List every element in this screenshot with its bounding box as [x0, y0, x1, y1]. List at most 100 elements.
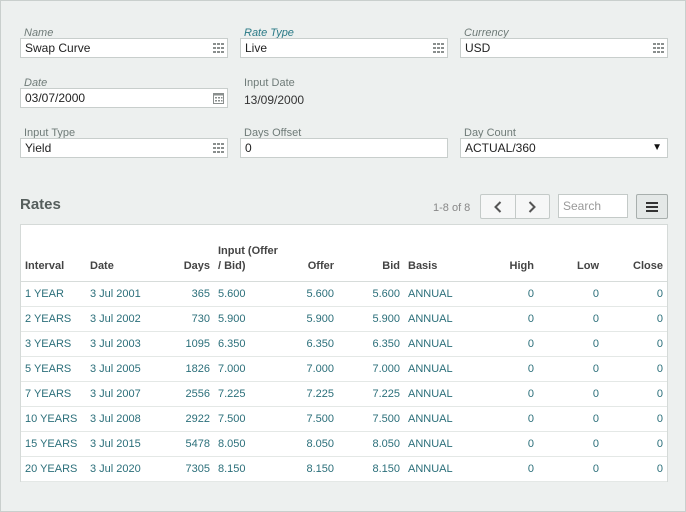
high-cell: 0	[472, 406, 538, 432]
days-cell: 2922	[152, 406, 214, 432]
high-cell: 0	[472, 356, 538, 382]
name-field[interactable]: Swap Curve	[20, 38, 228, 58]
offer-cell: 8.050	[283, 431, 338, 457]
lookup-grid-icon[interactable]	[433, 43, 444, 53]
table-row[interactable]: 2 YEARS 3 Jul 2002 730 5.900 5.900 5.900 ANNUA…	[21, 306, 667, 332]
offer-cell: 7.500	[283, 406, 338, 432]
date-field[interactable]: 03/07/2000	[20, 88, 228, 108]
close-cell: 0	[603, 381, 667, 407]
input-type-value: Yield	[25, 141, 52, 155]
column-header[interactable]: Date	[86, 225, 152, 282]
rates-table: Interval Date Days Input (Offer / Bid) O…	[21, 225, 667, 482]
bid-cell: 5.900	[338, 306, 404, 332]
low-cell: 0	[538, 381, 603, 407]
column-header[interactable]: Bid	[338, 225, 404, 282]
table-row[interactable]: 3 YEARS 3 Jul 2003 1095 6.350 6.350 6.350 ANNU…	[21, 331, 667, 357]
column-header[interactable]: Offer	[283, 225, 338, 282]
close-cell: 0	[603, 356, 667, 382]
bid-cell: 7.225	[338, 381, 404, 407]
days-cell: 730	[152, 306, 214, 332]
search-input[interactable]	[558, 194, 628, 218]
interval-cell: 20 YEARS	[21, 456, 86, 482]
interval-cell: 15 YEARS	[21, 431, 86, 457]
column-header[interactable]: High	[472, 225, 538, 282]
offer-cell: 8.150	[283, 456, 338, 482]
currency-value: USD	[465, 41, 491, 55]
currency-field-group: Currency USD	[460, 27, 668, 59]
interval-cell: 3 YEARS	[21, 331, 86, 357]
input-cell: 7.225	[214, 381, 283, 407]
table-row[interactable]: 20 YEARS 3 Jul 2020 7305 8.150 8.150 8.150 ANN…	[21, 456, 667, 482]
days-cell: 7305	[152, 456, 214, 482]
bid-cell: 7.000	[338, 356, 404, 382]
table-row[interactable]: 15 YEARS 3 Jul 2015 5478 8.050 8.050 8.050 ANN…	[21, 431, 667, 457]
table-row[interactable]: 7 YEARS 3 Jul 2007 2556 7.225 7.225 7.225 ANNU…	[21, 381, 667, 407]
close-cell: 0	[603, 456, 667, 482]
hamburger-menu-icon	[646, 201, 658, 212]
low-cell: 0	[538, 456, 603, 482]
days-offset-field[interactable]: 0	[240, 138, 448, 158]
basis-cell: ANNUAL	[404, 331, 472, 357]
close-cell: 0	[603, 406, 667, 432]
pager-buttons	[480, 194, 550, 219]
close-cell: 0	[603, 306, 667, 332]
calendar-icon[interactable]	[213, 92, 224, 104]
date-cell: 3 Jul 2002	[86, 306, 152, 332]
input-cell: 8.050	[214, 431, 283, 457]
column-header[interactable]: Interval	[21, 225, 86, 282]
column-header[interactable]: Days	[152, 225, 214, 282]
input-type-field-group: Input Type Yield	[20, 127, 228, 159]
column-header[interactable]: Basis	[404, 225, 472, 282]
basis-cell: ANNUAL	[404, 281, 472, 307]
high-cell: 0	[472, 331, 538, 357]
high-cell: 0	[472, 281, 538, 307]
lookup-grid-icon[interactable]	[653, 43, 664, 53]
date-field-group: Date 03/07/2000	[20, 77, 228, 109]
lookup-grid-icon[interactable]	[213, 43, 224, 53]
table-header-row: Interval Date Days Input (Offer / Bid) O…	[21, 225, 667, 282]
bid-cell: 5.600	[338, 281, 404, 307]
basis-cell: ANNUAL	[404, 456, 472, 482]
table-row[interactable]: 1 YEAR 3 Jul 2001 365 5.600 5.600 5.600 ANNUAL…	[21, 281, 667, 307]
table-row[interactable]: 5 YEARS 3 Jul 2005 1826 7.000 7.000 7.000 ANNU…	[21, 356, 667, 382]
date-cell: 3 Jul 2003	[86, 331, 152, 357]
date-cell: 3 Jul 2007	[86, 381, 152, 407]
currency-field[interactable]: USD	[460, 38, 668, 58]
high-cell: 0	[472, 306, 538, 332]
input-cell: 7.500	[214, 406, 283, 432]
column-header[interactable]: Low	[538, 225, 603, 282]
column-header[interactable]: Close	[603, 225, 667, 282]
next-page-button[interactable]	[514, 195, 549, 218]
days-cell: 5478	[152, 431, 214, 457]
column-header[interactable]: Input (Offer / Bid)	[214, 225, 283, 282]
input-cell: 6.350	[214, 331, 283, 357]
days-offset-field-group: Days Offset 0	[240, 127, 448, 159]
rate-type-field[interactable]: Live	[240, 38, 448, 58]
rates-panel: Name Swap Curve Rate Type Live Currency …	[0, 0, 686, 512]
high-cell: 0	[472, 456, 538, 482]
interval-cell: 1 YEAR	[21, 281, 86, 307]
prev-page-button[interactable]	[481, 195, 515, 218]
days-cell: 2556	[152, 381, 214, 407]
bid-cell: 7.500	[338, 406, 404, 432]
lookup-grid-icon[interactable]	[213, 143, 224, 153]
basis-cell: ANNUAL	[404, 306, 472, 332]
input-type-field[interactable]: Yield	[20, 138, 228, 158]
date-cell: 3 Jul 2005	[86, 356, 152, 382]
close-cell: 0	[603, 431, 667, 457]
name-value: Swap Curve	[25, 41, 91, 55]
close-cell: 0	[603, 281, 667, 307]
date-cell: 3 Jul 2008	[86, 406, 152, 432]
rates-table-container: Interval Date Days Input (Offer / Bid) O…	[20, 224, 668, 482]
low-cell: 0	[538, 431, 603, 457]
date-cell: 3 Jul 2020	[86, 456, 152, 482]
menu-button[interactable]	[636, 194, 668, 219]
day-count-value: ACTUAL/360	[465, 141, 536, 155]
input-date-value: 13/09/2000	[244, 93, 305, 107]
rate-type-value: Live	[245, 41, 268, 55]
offer-cell: 7.000	[283, 356, 338, 382]
table-row[interactable]: 10 YEARS 3 Jul 2008 2922 7.500 7.500 7.500 ANN…	[21, 406, 667, 432]
input-date-label: Input Date	[244, 77, 295, 89]
low-cell: 0	[538, 281, 603, 307]
day-count-select[interactable]: ACTUAL/360 ▼	[460, 138, 668, 158]
